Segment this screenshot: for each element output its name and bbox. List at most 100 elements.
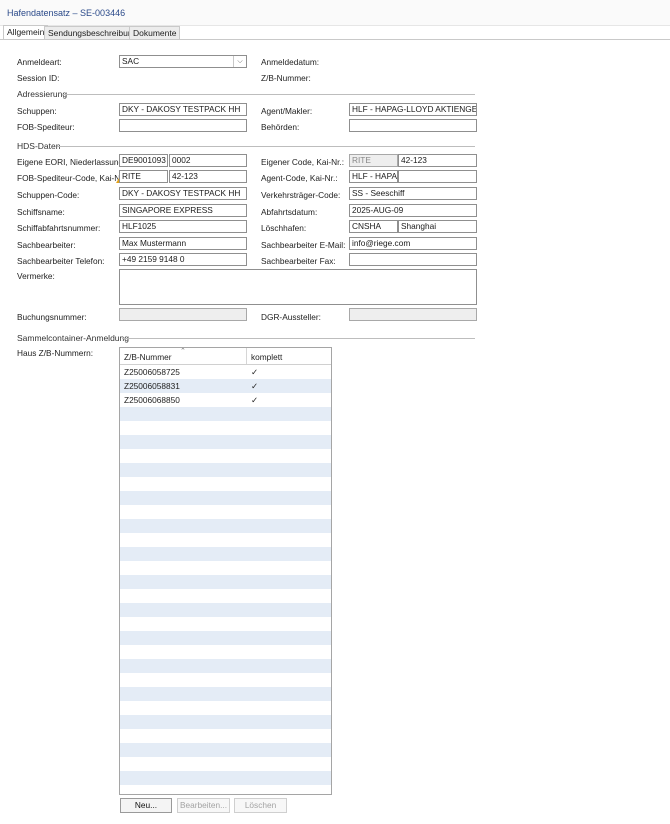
schiffabfahrtsnummer-field[interactable]: HLF1025: [119, 220, 247, 233]
fob-spediteur-field[interactable]: [119, 119, 247, 132]
fax-field[interactable]: [349, 253, 477, 266]
fob-code-field[interactable]: RITE: [119, 170, 168, 183]
zb-number-cell: Z25006068850: [124, 395, 180, 405]
dgr-aussteller-label: DGR-Aussteller:: [261, 312, 321, 322]
schuppen-code-label: Schuppen-Code:: [17, 190, 80, 200]
section-adressierung: Adressierung: [17, 89, 68, 99]
sachbearbeiter-field[interactable]: Max Mustermann: [119, 237, 247, 250]
sort-ascending-icon: ⌃: [180, 348, 186, 355]
loeschhafen-label: Löschhafen:: [261, 223, 307, 233]
zb-number-cell: Z25006058725: [124, 367, 180, 377]
column-header-komplett[interactable]: komplett: [251, 352, 282, 362]
agent-code-label: Agent-Code, Kai-Nr.:: [261, 173, 338, 183]
behoerden-field[interactable]: [349, 119, 477, 132]
eigener-kai-field[interactable]: 42-123: [398, 154, 477, 167]
telefon-label: Sachbearbeiter Telefon:: [17, 256, 105, 266]
divider: [122, 338, 475, 339]
empty-row[interactable]: [120, 477, 331, 491]
anmeldeart-value: SAC: [122, 56, 140, 66]
email-label: Sachbearbeiter E-Mail:: [261, 240, 346, 250]
loeschhafen-code-field[interactable]: CNSHA: [349, 220, 398, 233]
eori-label: Eigene EORI, Niederlassung:: [17, 157, 126, 167]
tab-allgemein[interactable]: Allgemein: [3, 25, 49, 39]
agent-kai-field[interactable]: [398, 170, 477, 183]
empty-row[interactable]: [120, 561, 331, 575]
empty-row[interactable]: [120, 589, 331, 603]
schiffsname-label: Schiffsname:: [17, 207, 65, 217]
empty-row[interactable]: [120, 631, 331, 645]
tab-dokumente[interactable]: Dokumente: [129, 26, 181, 39]
haus-zb-label: Haus Z/B-Nummern:: [17, 348, 94, 358]
agent-code-field[interactable]: HLF - HAPAG: [349, 170, 398, 183]
empty-row[interactable]: [120, 729, 331, 743]
vermerke-textarea[interactable]: [119, 269, 477, 305]
empty-row[interactable]: [120, 463, 331, 477]
buchungsnummer-label: Buchungsnummer:: [17, 312, 87, 322]
komplett-check-icon: ✓: [251, 395, 258, 405]
empty-row[interactable]: [120, 519, 331, 533]
komplett-check-icon: ✓: [251, 381, 258, 391]
eori-field[interactable]: DE9001093: [119, 154, 168, 167]
empty-row[interactable]: [120, 659, 331, 673]
empty-row[interactable]: [120, 757, 331, 771]
sachbearbeiter-label: Sachbearbeiter:: [17, 240, 76, 250]
edit-button[interactable]: Bearbeiten...: [177, 798, 230, 813]
table-header: Z/B-Nummer ⌃ komplett: [120, 348, 331, 365]
tab-strip: Allgemein Sendungsbeschreibung Dokumente: [0, 25, 670, 40]
delete-button[interactable]: Löschen: [234, 798, 287, 813]
empty-row[interactable]: [120, 673, 331, 687]
zb-nummer-label: Z/B-Nummer:: [261, 73, 311, 83]
schiffabfahrtsnummer-label: Schiffabfahrtsnummer:: [17, 223, 101, 233]
empty-row[interactable]: [120, 701, 331, 715]
anmeldeart-select[interactable]: SAC ⌵: [119, 55, 247, 68]
haus-zb-table[interactable]: Z/B-Nummer ⌃ komplett Z25006058725 ✓ Z2500…: [119, 347, 332, 795]
table-row[interactable]: Z25006058831 ✓: [120, 379, 331, 393]
schuppen-field[interactable]: DKY - DAKOSY TESTPACK HH: [119, 103, 247, 116]
niederlassung-field[interactable]: 0002: [169, 154, 247, 167]
empty-row[interactable]: [120, 407, 331, 421]
empty-row[interactable]: [120, 491, 331, 505]
empty-row[interactable]: [120, 435, 331, 449]
column-header-zb[interactable]: Z/B-Nummer: [124, 352, 171, 362]
telefon-field[interactable]: +49 2159 9148 0: [119, 253, 247, 266]
fob-spediteur-label: FOB-Spediteur:: [17, 122, 75, 132]
empty-row[interactable]: [120, 421, 331, 435]
abfahrtsdatum-field[interactable]: 2025-AUG-09: [349, 204, 477, 217]
table-row[interactable]: Z25006058725 ✓: [120, 365, 331, 379]
empty-row[interactable]: [120, 449, 331, 463]
buchungsnummer-field: [119, 308, 247, 321]
table-row[interactable]: Z25006068850 ✓: [120, 393, 331, 407]
new-button[interactable]: Neu...: [120, 798, 172, 813]
empty-row[interactable]: [120, 533, 331, 547]
agent-makler-field[interactable]: HLF - HAPAG-LLOYD AKTIENGESELL: [349, 103, 477, 116]
section-sammelcontainer: Sammelcontainer-Anmeldung: [17, 333, 129, 343]
empty-row[interactable]: [120, 547, 331, 561]
empty-row[interactable]: [120, 505, 331, 519]
divider: [57, 146, 475, 147]
empty-row[interactable]: [120, 715, 331, 729]
empty-row[interactable]: [120, 743, 331, 757]
verkehrstraeger-field[interactable]: SS - Seeschiff: [349, 187, 477, 200]
empty-row[interactable]: [120, 687, 331, 701]
eigener-code-field: RITE: [349, 154, 398, 167]
fob-kai-field[interactable]: 42-123: [169, 170, 247, 183]
agent-makler-label: Agent/Makler:: [261, 106, 313, 116]
abfahrtsdatum-label: Abfahrtsdatum:: [261, 207, 318, 217]
schuppen-code-field[interactable]: DKY - DAKOSY TESTPACK HH: [119, 187, 247, 200]
empty-row[interactable]: [120, 603, 331, 617]
schiffsname-field[interactable]: SINGAPORE EXPRESS: [119, 204, 247, 217]
email-field[interactable]: info@riege.com: [349, 237, 477, 250]
tab-sendungsbeschreibung[interactable]: Sendungsbeschreibung: [44, 26, 142, 39]
section-hds-daten: HDS-Daten: [17, 141, 61, 151]
komplett-check-icon: ✓: [251, 367, 258, 377]
column-divider[interactable]: [246, 348, 247, 364]
zb-number-cell: Z25006058831: [124, 381, 180, 391]
empty-row[interactable]: [120, 771, 331, 785]
fax-label: Sachbearbeiter Fax:: [261, 256, 336, 266]
vermerke-label: Vermerke:: [17, 271, 55, 281]
chevron-down-icon[interactable]: ⌵: [233, 56, 246, 67]
loeschhafen-name-field[interactable]: Shanghai: [398, 220, 477, 233]
empty-row[interactable]: [120, 645, 331, 659]
empty-row[interactable]: [120, 617, 331, 631]
empty-row[interactable]: [120, 575, 331, 589]
